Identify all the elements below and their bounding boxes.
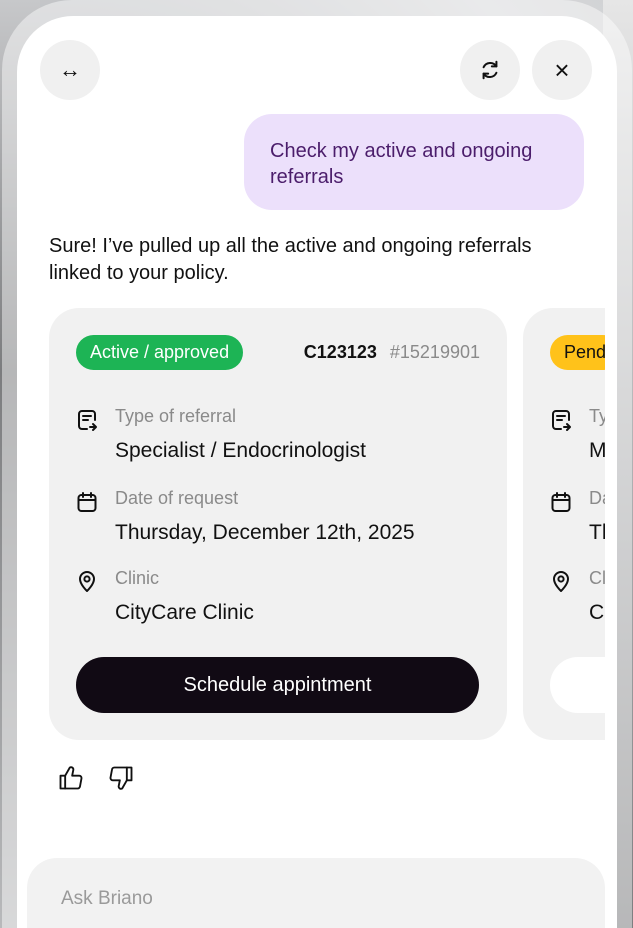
close-icon: × — [554, 54, 570, 85]
thumbs-up-button[interactable] — [57, 764, 85, 792]
expand-icon: ↔ — [59, 57, 81, 82]
location-pin-icon — [79, 571, 95, 592]
card-action-button[interactable] — [550, 657, 605, 713]
document-icon — [78, 410, 97, 431]
feedback-bar — [57, 764, 135, 792]
status-badge: Active / approved — [76, 335, 244, 370]
thumbs-down-icon — [109, 766, 133, 790]
calendar-icon — [551, 492, 571, 512]
request-date-value: Thursday, December 12th, 2025 — [115, 521, 415, 544]
expand-button[interactable]: ↔ — [40, 40, 100, 100]
referral-code: C123123 — [303, 342, 377, 362]
thumbs-down-button[interactable] — [107, 764, 135, 792]
thumbs-up-icon — [59, 766, 83, 790]
referral-type-label: Ty — [589, 406, 605, 426]
bot-message: Sure! I’ve pulled up all the active and … — [49, 235, 532, 284]
user-message: Check my active and ongoing referrals — [244, 114, 584, 210]
referral-type-value: M — [589, 439, 605, 462]
clinic-value: C — [589, 601, 605, 624]
status-badge: Pend — [550, 335, 605, 370]
calendar-icon — [77, 492, 97, 512]
referral-ids: C123123 #15219901 — [304, 342, 480, 363]
refresh-button[interactable] — [460, 40, 520, 100]
schedule-appointment-button[interactable]: Schedule appintment — [76, 657, 479, 713]
referral-type-label: Type of referral — [115, 406, 237, 426]
refresh-icon — [482, 60, 498, 80]
close-button[interactable]: × — [532, 40, 592, 100]
ask-input-placeholder: Ask Briano — [61, 888, 153, 909]
ask-input[interactable]: Ask Briano — [27, 858, 605, 928]
location-pin-icon — [553, 571, 569, 592]
referral-number: #15219901 — [389, 342, 480, 362]
clinic-label: Cl — [589, 568, 605, 588]
clinic-value: CityCare Clinic — [115, 601, 254, 624]
document-icon — [552, 410, 571, 431]
referral-card[interactable]: Pend Ty M Da Th — [523, 308, 605, 740]
referral-card[interactable]: Active / approved C123123 #15219901 Type… — [49, 308, 507, 740]
request-date-label: Da — [589, 488, 605, 508]
referral-type-value: Specialist / Endocrinologist — [115, 439, 366, 462]
chat-screen: ↔ × Check my active and ongoing referral… — [17, 16, 617, 928]
clinic-label: Clinic — [115, 568, 160, 588]
request-date-label: Date of request — [115, 488, 239, 508]
request-date-value: Th — [589, 521, 605, 544]
referral-carousel[interactable]: Active / approved C123123 #15219901 Type… — [49, 308, 605, 740]
